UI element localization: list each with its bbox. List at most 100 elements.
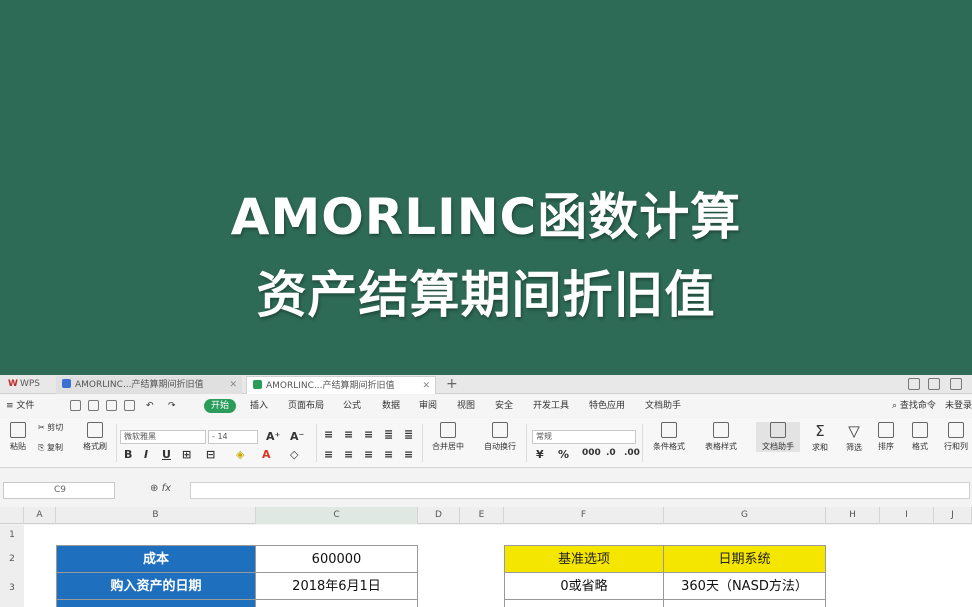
column-header[interactable]: D (418, 507, 460, 524)
currency-icon[interactable]: ¥ (536, 448, 544, 461)
close-icon[interactable]: ✕ (422, 377, 430, 394)
menu-start[interactable]: 开始 (204, 399, 237, 413)
sort-button[interactable]: 排序 (872, 422, 900, 452)
column-header[interactable]: I (880, 507, 934, 524)
align-left-icon[interactable]: ≡ (324, 448, 333, 461)
menu-page-layout[interactable]: 页面布局 (288, 399, 324, 413)
menu-insert[interactable]: 插入 (250, 399, 268, 413)
bold-button[interactable]: B (124, 448, 132, 461)
table-cell-value[interactable]: 600000 (255, 545, 418, 573)
table-cell[interactable]: 360天（NASD方法） (663, 572, 826, 600)
align-top-icon[interactable]: ≡ (324, 428, 333, 441)
table-cell-label[interactable]: 成本 (56, 545, 256, 573)
justify-icon[interactable]: ≡ (384, 448, 393, 461)
column-header[interactable]: F (504, 507, 664, 524)
table-style-button[interactable]: 表格样式 (698, 422, 744, 452)
decrease-decimal-icon[interactable]: .00 (624, 448, 640, 458)
row-header[interactable]: 3 (0, 574, 24, 607)
menu-formula[interactable]: 公式 (343, 399, 361, 413)
underline-button[interactable]: U (162, 448, 171, 461)
percent-icon[interactable]: % (558, 448, 569, 461)
name-box[interactable]: C9 (3, 482, 115, 499)
rows-cols-button[interactable]: 行和列 (940, 422, 972, 452)
orientation-icon[interactable]: ≣ (384, 428, 393, 441)
menu-view[interactable]: 视图 (457, 399, 475, 413)
border-icon[interactable]: ⊞ (182, 448, 191, 461)
font-size-select[interactable]: - 14 (208, 430, 258, 444)
menu-file[interactable]: ≡ 文件 (6, 399, 34, 413)
column-header[interactable]: H (826, 507, 880, 524)
menu-data[interactable]: 数据 (382, 399, 400, 413)
decrease-font-icon[interactable]: A⁻ (290, 430, 304, 443)
font-family-select[interactable]: 微软雅黑 (120, 430, 206, 444)
doc-tab-inactive[interactable]: AMORLINC...产结算期间折旧值 ✕ (56, 376, 242, 394)
conditional-format-button[interactable]: 条件格式 (646, 422, 692, 452)
table-cell-partial[interactable] (504, 599, 664, 607)
italic-button[interactable]: I (144, 448, 148, 461)
redo-icon[interactable]: ↷ (168, 399, 176, 413)
fill-cell-icon[interactable]: ⊟ (206, 448, 215, 461)
close-icon[interactable]: ✕ (229, 376, 237, 394)
menu-doc-assistant[interactable]: 文档助手 (645, 399, 681, 413)
column-header[interactable]: A (24, 507, 56, 524)
increase-font-icon[interactable]: A⁺ (266, 430, 280, 443)
table-header-cell[interactable]: 基准选项 (504, 545, 664, 573)
table-header-cell[interactable]: 日期系统 (663, 545, 826, 573)
doc-assist-button[interactable]: 文档助手 (756, 422, 800, 452)
align-right-icon[interactable]: ≡ (364, 448, 373, 461)
sum-button[interactable]: Σ 求和 (806, 422, 834, 453)
distribute-icon[interactable]: ≡ (404, 448, 413, 461)
table-cell-label[interactable]: 购入资产的日期 (56, 572, 256, 600)
column-header[interactable]: E (460, 507, 504, 524)
select-all-corner[interactable] (0, 507, 24, 524)
window-layout-icon[interactable] (908, 378, 920, 390)
doc-tab-active[interactable]: AMORLINC...产结算期间折旧值 ✕ (246, 376, 436, 394)
filter-button[interactable]: ▽ 筛选 (840, 422, 868, 453)
menu-security[interactable]: 安全 (495, 399, 513, 413)
copy-button[interactable]: ⎘ 复制 (38, 442, 63, 453)
wrap-text-button[interactable]: 自动换行 (478, 422, 522, 452)
new-tab-icon[interactable]: + (446, 375, 458, 393)
row-header[interactable]: 1 (0, 525, 24, 545)
print-icon[interactable] (88, 400, 99, 411)
table-cell-value[interactable]: 2018年6月1日 (255, 572, 418, 600)
thousands-icon[interactable]: 000 (582, 448, 601, 458)
font-color-icon[interactable]: A (262, 448, 271, 461)
merge-center-button[interactable]: 合并居中 (428, 422, 468, 452)
column-header[interactable]: C (256, 507, 418, 524)
clear-format-icon[interactable]: ◇ (290, 448, 298, 461)
increase-decimal-icon[interactable]: .0 (606, 448, 616, 458)
align-middle-icon[interactable]: ≡ (344, 428, 353, 441)
align-center-icon[interactable]: ≡ (344, 448, 353, 461)
format-button[interactable]: 格式 (906, 422, 934, 452)
menu-special-apps[interactable]: 特色应用 (589, 399, 625, 413)
indent-icon[interactable]: ≣ (404, 428, 413, 441)
align-bottom-icon[interactable]: ≡ (364, 428, 373, 441)
table-cell[interactable]: 0或省略 (504, 572, 664, 600)
fill-color-icon[interactable]: ◈ (236, 448, 244, 461)
fx-icon[interactable]: ⊕ fx (150, 483, 171, 494)
table-cell-partial[interactable] (663, 599, 826, 607)
table-cell-value-partial[interactable] (255, 599, 418, 607)
undo-icon[interactable]: ↶ (146, 399, 154, 413)
menu-dev-tools[interactable]: 开发工具 (533, 399, 569, 413)
table-cell-label-partial[interactable] (56, 599, 256, 607)
export-icon[interactable] (124, 400, 135, 411)
row-header[interactable]: 2 (0, 545, 24, 574)
minimize-icon[interactable] (928, 378, 940, 390)
cut-button[interactable]: ✂ 剪切 (38, 422, 63, 433)
search-command[interactable]: ⌕ 查找命令 (892, 399, 936, 413)
maximize-icon[interactable] (950, 378, 962, 390)
preview-icon[interactable] (106, 400, 117, 411)
column-header[interactable]: B (56, 507, 256, 524)
formula-input[interactable] (190, 482, 970, 499)
menu-review[interactable]: 审阅 (419, 399, 437, 413)
wps-home-tab[interactable]: W WPS (4, 377, 44, 392)
account-status[interactable]: 未登录 (945, 399, 972, 413)
number-format-select[interactable]: 常规 (532, 430, 636, 444)
format-painter-button[interactable]: 格式刷 (80, 422, 110, 452)
save-icon[interactable] (70, 400, 81, 411)
column-header[interactable]: J (934, 507, 972, 524)
paste-button[interactable]: 粘贴 (4, 422, 32, 452)
column-header[interactable]: G (664, 507, 826, 524)
